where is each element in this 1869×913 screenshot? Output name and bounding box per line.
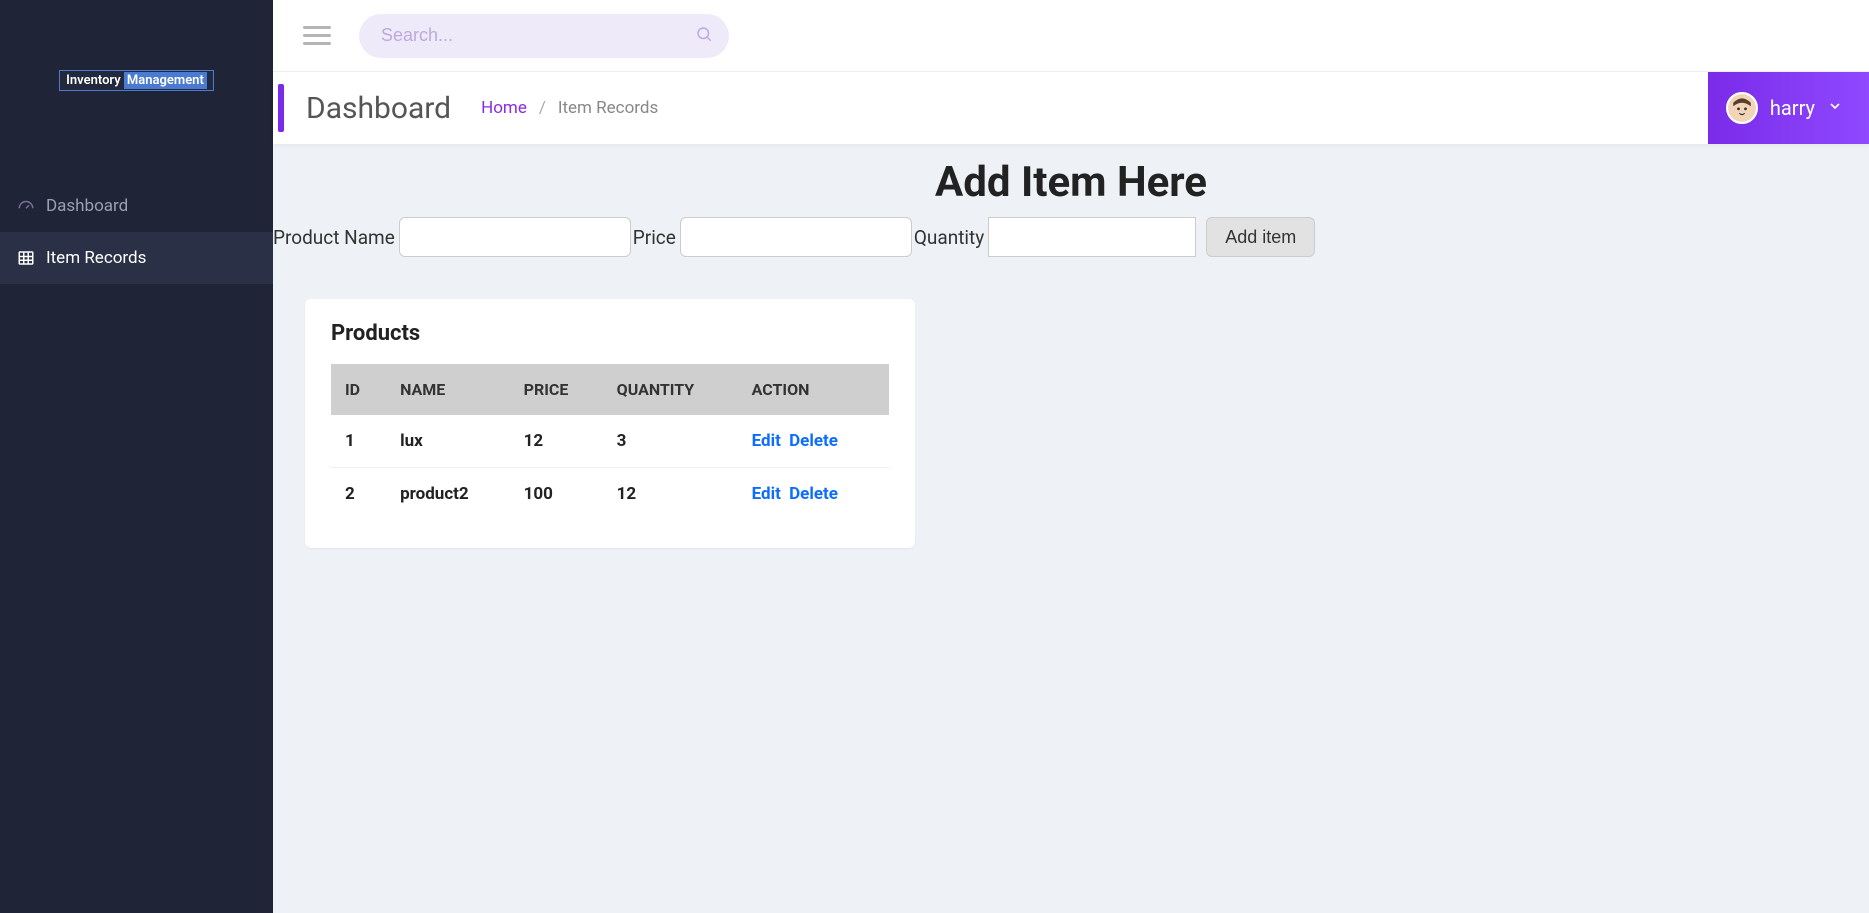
breadcrumb-sep: / [539,98,546,118]
search-wrap [359,14,729,58]
edit-link[interactable]: Edit [752,431,781,451]
price-label: Price [633,226,680,249]
add-item-form: Product Name Price Quantity Add item [273,211,1869,269]
cell-name: lux [386,415,510,468]
col-name: NAME [386,364,510,415]
sidebar: Inventory Management Dashboard Item Reco… [0,0,273,913]
chevron-down-icon [1827,98,1843,118]
price-input[interactable] [680,217,912,257]
logo-text-2: Management [124,72,207,89]
avatar [1726,92,1758,124]
add-item-button[interactable]: Add item [1206,217,1315,257]
cell-action: Edit Delete [738,415,889,468]
menu-toggle-icon[interactable] [303,26,331,45]
sidebar-menu: Dashboard Item Records [0,180,273,284]
cell-name: product2 [386,468,510,521]
page-title: Dashboard [306,91,451,126]
delete-link[interactable]: Delete [789,484,838,504]
products-table: ID NAME PRICE QUANTITY ACTION 1lux123Edi… [331,364,889,520]
form-heading: Add Item Here [273,144,1869,211]
cell-action: Edit Delete [738,468,889,521]
col-quantity: QUANTITY [603,364,738,415]
cell-quantity: 3 [603,415,738,468]
col-price: PRICE [510,364,603,415]
product-name-label: Product Name [273,226,399,249]
quantity-label: Quantity [914,226,988,249]
edit-link[interactable]: Edit [752,484,781,504]
breadcrumb: Home / Item Records [481,98,658,118]
logo-text-1: Inventory [66,73,121,88]
page-header: Dashboard Home / Item Records harry [273,72,1869,144]
table-icon [14,249,38,267]
breadcrumb-home[interactable]: Home [481,98,527,118]
search-input[interactable] [359,14,729,58]
table-row: 2product210012Edit Delete [331,468,889,521]
product-name-input[interactable] [399,217,631,257]
table-row: 1lux123Edit Delete [331,415,889,468]
dashboard-icon [14,197,38,215]
sidebar-item-label: Dashboard [46,196,128,216]
content: Add Item Here Product Name Price Quantit… [273,144,1869,913]
user-menu[interactable]: harry [1708,72,1869,144]
main: Dashboard Home / Item Records harry Add … [273,0,1869,913]
sidebar-item-dashboard[interactable]: Dashboard [0,180,273,232]
search-icon[interactable] [695,25,713,47]
logo: Inventory Management [0,0,273,160]
cell-price: 100 [510,468,603,521]
sidebar-item-label: Item Records [46,248,146,268]
cell-quantity: 12 [603,468,738,521]
topbar [273,0,1869,72]
cell-id: 2 [331,468,386,521]
cell-price: 12 [510,415,603,468]
col-id: ID [331,364,386,415]
sidebar-item-item-records[interactable]: Item Records [0,232,273,284]
products-title: Products [331,321,889,346]
quantity-input[interactable] [988,217,1196,257]
table-header-row: ID NAME PRICE QUANTITY ACTION [331,364,889,415]
cell-id: 1 [331,415,386,468]
user-name: harry [1770,96,1815,120]
col-action: ACTION [738,364,889,415]
accent-bar [278,84,284,132]
breadcrumb-current: Item Records [558,98,658,118]
products-card: Products ID NAME PRICE QUANTITY ACTION 1… [305,299,915,548]
delete-link[interactable]: Delete [789,431,838,451]
